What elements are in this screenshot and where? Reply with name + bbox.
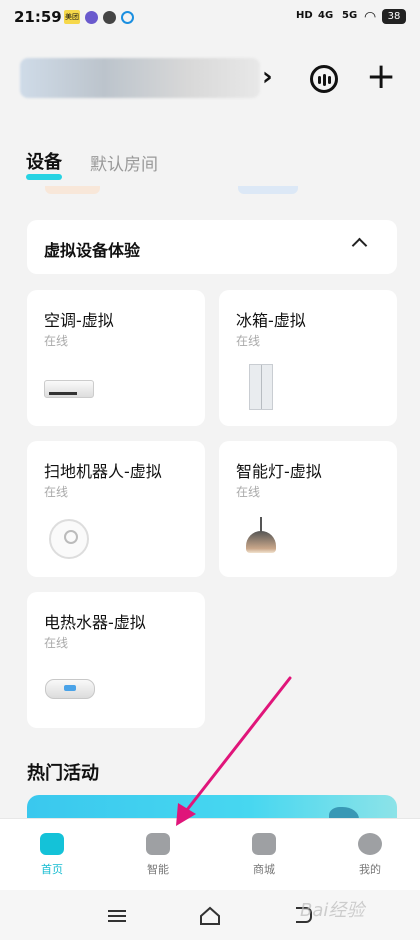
annotation-arrow [176,676,292,826]
